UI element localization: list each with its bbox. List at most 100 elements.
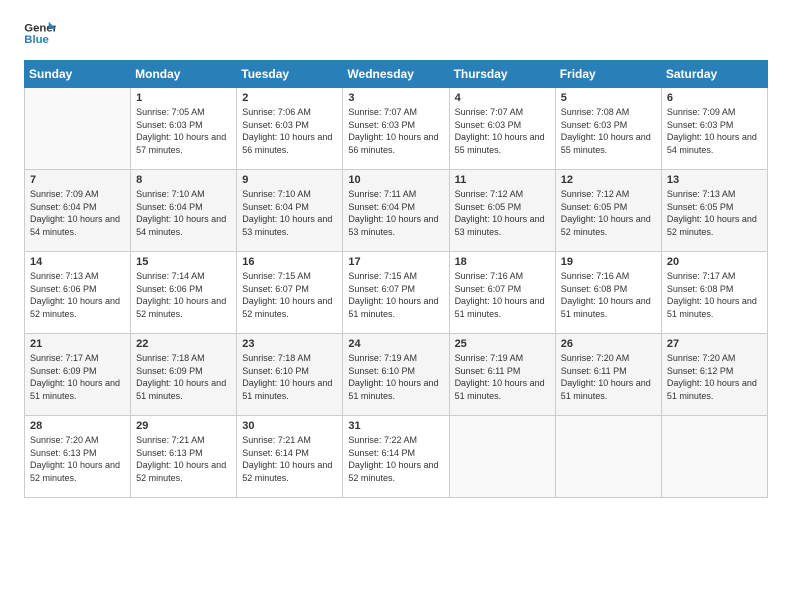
day-number: 21 xyxy=(30,338,125,350)
day-number: 12 xyxy=(561,174,656,186)
day-cell: 7 Sunrise: 7:09 AMSunset: 6:04 PMDaylight… xyxy=(25,170,131,252)
day-number: 25 xyxy=(455,338,550,350)
week-row: 1 Sunrise: 7:05 AMSunset: 6:03 PMDaylight… xyxy=(25,88,768,170)
day-number: 3 xyxy=(348,92,443,104)
day-info: Sunrise: 7:10 AMSunset: 6:04 PMDaylight:… xyxy=(136,188,231,238)
day-number: 28 xyxy=(30,420,125,432)
day-cell: 28Sunrise: 7:20 AMSunset: 6:13 PMDayligh… xyxy=(25,416,131,498)
day-cell: 30 Sunrise: 7:21 AMSunset: 6:14 PMDayligh… xyxy=(237,416,343,498)
day-number: 20 xyxy=(667,256,762,268)
day-cell: 21 Sunrise: 7:17 AMSunset: 6:09 PMDayligh… xyxy=(25,334,131,416)
day-header: Tuesday xyxy=(237,61,343,88)
day-info: Sunrise: 7:06 AMSunset: 6:03 PMDaylight:… xyxy=(242,106,337,156)
week-row: 14 Sunrise: 7:13 AMSunset: 6:06 PMDayligh… xyxy=(25,252,768,334)
day-number: 9 xyxy=(242,174,337,186)
day-info: Sunrise: 7:08 AMSunset: 6:03 PMDaylight:… xyxy=(561,106,656,156)
day-number: 11 xyxy=(455,174,550,186)
day-cell: 17 Sunrise: 7:15 AMSunset: 6:07 PMDayligh… xyxy=(343,252,449,334)
day-number: 27 xyxy=(667,338,762,350)
day-number: 31 xyxy=(348,420,443,432)
day-info: Sunrise: 7:16 AMSunset: 6:07 PMDaylight:… xyxy=(455,270,550,320)
day-cell: 31 Sunrise: 7:22 AMSunset: 6:14 PMDayligh… xyxy=(343,416,449,498)
day-number: 16 xyxy=(242,256,337,268)
day-header: Thursday xyxy=(449,61,555,88)
day-info: Sunrise: 7:12 AMSunset: 6:05 PMDaylight:… xyxy=(455,188,550,238)
week-row: 7 Sunrise: 7:09 AMSunset: 6:04 PMDaylight… xyxy=(25,170,768,252)
day-number: 26 xyxy=(561,338,656,350)
day-number: 1 xyxy=(136,92,231,104)
day-cell xyxy=(661,416,767,498)
day-cell: 27 Sunrise: 7:20 AMSunset: 6:12 PMDayligh… xyxy=(661,334,767,416)
header: General Blue xyxy=(24,20,768,48)
day-number: 14 xyxy=(30,256,125,268)
day-info: Sunrise: 7:09 AMSunset: 6:04 PMDaylight:… xyxy=(30,188,125,238)
day-number: 4 xyxy=(455,92,550,104)
day-number: 30 xyxy=(242,420,337,432)
day-number: 2 xyxy=(242,92,337,104)
day-cell: 10 Sunrise: 7:11 AMSunset: 6:04 PMDayligh… xyxy=(343,170,449,252)
logo: General Blue xyxy=(24,20,56,48)
day-header: Saturday xyxy=(661,61,767,88)
logo-icon: General Blue xyxy=(24,20,56,48)
day-info: Sunrise: 7:13 AMSunset: 6:05 PMDaylight:… xyxy=(667,188,762,238)
day-info: Sunrise: 7:16 AMSunset: 6:08 PMDaylight:… xyxy=(561,270,656,320)
week-row: 21 Sunrise: 7:17 AMSunset: 6:09 PMDayligh… xyxy=(25,334,768,416)
day-info: Sunrise: 7:21 AMSunset: 6:13 PMDaylight:… xyxy=(136,434,231,484)
day-info: Sunrise: 7:19 AMSunset: 6:11 PMDaylight:… xyxy=(455,352,550,402)
day-cell: 15 Sunrise: 7:14 AMSunset: 6:06 PMDayligh… xyxy=(131,252,237,334)
day-info: Sunrise: 7:18 AMSunset: 6:10 PMDaylight:… xyxy=(242,352,337,402)
day-cell: 29Sunrise: 7:21 AMSunset: 6:13 PMDayligh… xyxy=(131,416,237,498)
day-cell: 9 Sunrise: 7:10 AMSunset: 6:04 PMDaylight… xyxy=(237,170,343,252)
day-cell: 22Sunrise: 7:18 AMSunset: 6:09 PMDayligh… xyxy=(131,334,237,416)
day-number: 10 xyxy=(348,174,443,186)
day-info: Sunrise: 7:22 AMSunset: 6:14 PMDaylight:… xyxy=(348,434,443,484)
day-cell: 18Sunrise: 7:16 AMSunset: 6:07 PMDayligh… xyxy=(449,252,555,334)
day-info: Sunrise: 7:11 AMSunset: 6:04 PMDaylight:… xyxy=(348,188,443,238)
week-row: 28Sunrise: 7:20 AMSunset: 6:13 PMDayligh… xyxy=(25,416,768,498)
day-number: 17 xyxy=(348,256,443,268)
day-info: Sunrise: 7:19 AMSunset: 6:10 PMDaylight:… xyxy=(348,352,443,402)
day-cell: 14 Sunrise: 7:13 AMSunset: 6:06 PMDayligh… xyxy=(25,252,131,334)
day-cell xyxy=(25,88,131,170)
day-info: Sunrise: 7:10 AMSunset: 6:04 PMDaylight:… xyxy=(242,188,337,238)
day-number: 15 xyxy=(136,256,231,268)
day-cell: 13 Sunrise: 7:13 AMSunset: 6:05 PMDayligh… xyxy=(661,170,767,252)
day-info: Sunrise: 7:13 AMSunset: 6:06 PMDaylight:… xyxy=(30,270,125,320)
day-cell: 24 Sunrise: 7:19 AMSunset: 6:10 PMDayligh… xyxy=(343,334,449,416)
day-info: Sunrise: 7:21 AMSunset: 6:14 PMDaylight:… xyxy=(242,434,337,484)
day-number: 23 xyxy=(242,338,337,350)
day-number: 13 xyxy=(667,174,762,186)
day-number: 6 xyxy=(667,92,762,104)
day-cell: 25 Sunrise: 7:19 AMSunset: 6:11 PMDayligh… xyxy=(449,334,555,416)
day-info: Sunrise: 7:17 AMSunset: 6:09 PMDaylight:… xyxy=(30,352,125,402)
day-number: 19 xyxy=(561,256,656,268)
day-number: 7 xyxy=(30,174,125,186)
day-cell: 8Sunrise: 7:10 AMSunset: 6:04 PMDaylight… xyxy=(131,170,237,252)
day-info: Sunrise: 7:18 AMSunset: 6:09 PMDaylight:… xyxy=(136,352,231,402)
day-cell: 1 Sunrise: 7:05 AMSunset: 6:03 PMDaylight… xyxy=(131,88,237,170)
day-info: Sunrise: 7:05 AMSunset: 6:03 PMDaylight:… xyxy=(136,106,231,156)
day-cell: 23 Sunrise: 7:18 AMSunset: 6:10 PMDayligh… xyxy=(237,334,343,416)
page: General Blue SundayMondayTuesdayWednesda… xyxy=(0,0,792,612)
day-cell: 5Sunrise: 7:08 AMSunset: 6:03 PMDaylight… xyxy=(555,88,661,170)
day-info: Sunrise: 7:15 AMSunset: 6:07 PMDaylight:… xyxy=(348,270,443,320)
day-cell: 20 Sunrise: 7:17 AMSunset: 6:08 PMDayligh… xyxy=(661,252,767,334)
day-cell: 11 Sunrise: 7:12 AMSunset: 6:05 PMDayligh… xyxy=(449,170,555,252)
day-cell: 4 Sunrise: 7:07 AMSunset: 6:03 PMDaylight… xyxy=(449,88,555,170)
day-info: Sunrise: 7:20 AMSunset: 6:11 PMDaylight:… xyxy=(561,352,656,402)
day-cell: 19 Sunrise: 7:16 AMSunset: 6:08 PMDayligh… xyxy=(555,252,661,334)
day-cell: 12 Sunrise: 7:12 AMSunset: 6:05 PMDayligh… xyxy=(555,170,661,252)
day-info: Sunrise: 7:07 AMSunset: 6:03 PMDaylight:… xyxy=(348,106,443,156)
svg-text:Blue: Blue xyxy=(24,34,49,46)
day-info: Sunrise: 7:14 AMSunset: 6:06 PMDaylight:… xyxy=(136,270,231,320)
calendar-table: SundayMondayTuesdayWednesdayThursdayFrid… xyxy=(24,60,768,498)
day-info: Sunrise: 7:17 AMSunset: 6:08 PMDaylight:… xyxy=(667,270,762,320)
day-cell xyxy=(555,416,661,498)
day-number: 24 xyxy=(348,338,443,350)
day-info: Sunrise: 7:12 AMSunset: 6:05 PMDaylight:… xyxy=(561,188,656,238)
day-header: Monday xyxy=(131,61,237,88)
header-row: SundayMondayTuesdayWednesdayThursdayFrid… xyxy=(25,61,768,88)
day-info: Sunrise: 7:20 AMSunset: 6:12 PMDaylight:… xyxy=(667,352,762,402)
day-cell: 2 Sunrise: 7:06 AMSunset: 6:03 PMDaylight… xyxy=(237,88,343,170)
day-info: Sunrise: 7:07 AMSunset: 6:03 PMDaylight:… xyxy=(455,106,550,156)
